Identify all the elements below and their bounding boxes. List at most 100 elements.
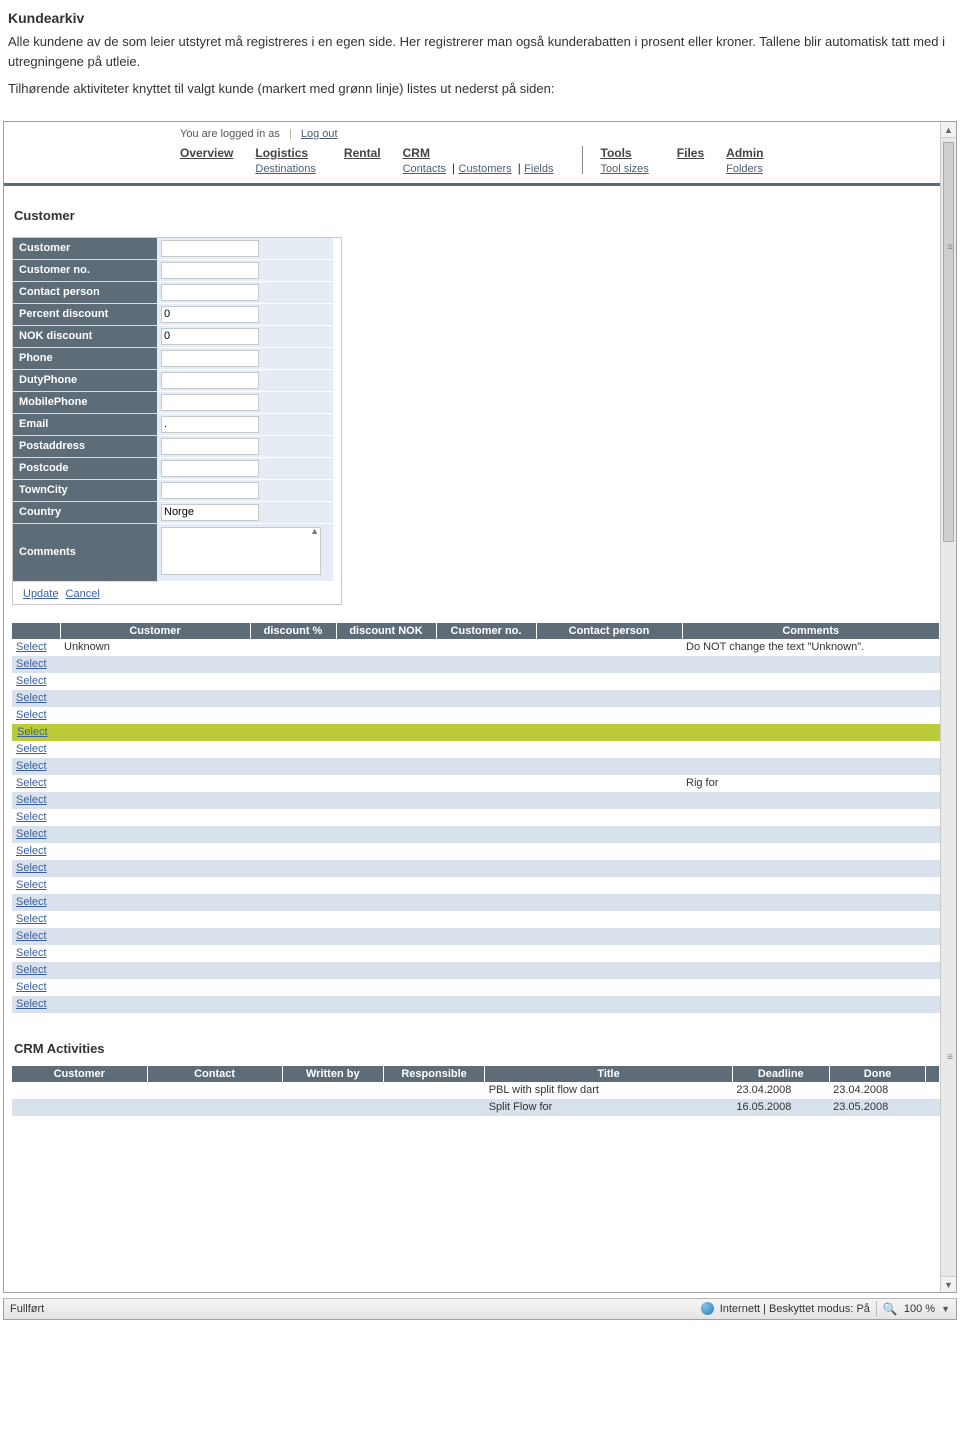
customer-list: Customer discount % discount NOK Custome… [12,623,940,1013]
scroll-mark-icon: ≡ [947,242,953,253]
table-row: Select [12,979,940,996]
select-link[interactable]: Select [16,658,47,670]
table-row: Select [12,894,940,911]
input-contact[interactable] [161,284,259,301]
select-link[interactable]: Select [16,862,47,874]
select-link[interactable]: Select [16,930,47,942]
select-link[interactable]: Select [16,879,47,891]
th-crm-corner [926,1066,940,1082]
scroll-up-icon[interactable]: ▲ [941,122,956,138]
lbl-postaddress: Postaddress [13,435,157,457]
select-link[interactable]: Select [16,981,47,993]
nav-logistics-destinations[interactable]: Destinations [255,163,316,175]
table-row: Select [12,877,940,894]
separator: | [289,128,292,140]
select-link[interactable]: Select [16,947,47,959]
table-row: Select [12,843,940,860]
status-zoom: 100 % [904,1303,935,1315]
cancel-link[interactable]: Cancel [66,588,100,600]
select-link[interactable]: Select [16,675,47,687]
doc-intro: Kundearkiv Alle kundene av de som leier … [0,0,960,121]
lbl-mobilephone: MobilePhone [13,391,157,413]
th-crm-title: Title [485,1066,733,1082]
select-link[interactable]: Select [16,743,47,755]
app-frame: You are logged in as | Log out Overview … [3,121,957,1293]
nav-crm-fields[interactable]: Fields [524,163,553,175]
nav-crm-customers[interactable]: Customers [459,163,512,175]
select-link[interactable]: Select [16,845,47,857]
th-crm-customer: Customer [12,1066,147,1082]
table-row: Select [12,928,940,945]
update-link[interactable]: Update [23,588,58,600]
lbl-percent-discount: Percent discount [13,303,157,325]
nav-tools[interactable]: Tools [601,146,655,160]
select-link[interactable]: Select [16,998,47,1010]
input-towncity[interactable] [161,482,259,499]
lbl-postcode: Postcode [13,457,157,479]
input-phone[interactable] [161,350,259,367]
nav-admin-folders[interactable]: Folders [726,163,763,175]
th-select [12,623,60,639]
input-customer-no[interactable] [161,262,259,279]
select-link[interactable]: Select [16,828,47,840]
table-row: Select [12,724,940,741]
logged-in-label: You are logged in as [180,128,280,140]
input-email[interactable] [161,416,259,433]
th-customer: Customer [60,623,250,639]
th-discount-nok: discount NOK [336,623,436,639]
doc-p2: Tilhørende aktiviteter knyttet til valgt… [8,79,952,99]
logout-link[interactable]: Log out [301,128,338,140]
nav-logistics[interactable]: Logistics [255,146,322,160]
input-postaddress[interactable] [161,438,259,455]
vertical-scrollbar[interactable]: ▲ ▼ [940,122,956,1292]
input-mobilephone[interactable] [161,394,259,411]
zoom-icon: 🔍 [883,1302,898,1316]
table-row: Select [12,945,940,962]
lbl-dutyphone: DutyPhone [13,369,157,391]
lbl-country: Country [13,501,157,523]
scroll-down-icon[interactable]: ▼ [941,1276,956,1292]
nav-crm[interactable]: CRM [403,146,560,160]
select-link[interactable]: Select [16,709,47,721]
zoom-dropdown-icon[interactable]: ▼ [941,1304,950,1314]
nav-overview[interactable]: Overview [180,146,233,160]
select-link[interactable]: Select [16,760,47,772]
section-customer-title: Customer [14,208,956,223]
input-postcode[interactable] [161,460,259,477]
table-row: Select [12,809,940,826]
scroll-thumb[interactable] [943,142,954,542]
input-customer[interactable] [161,240,259,257]
lbl-email: Email [13,413,157,435]
select-link[interactable]: Select [16,964,47,976]
table-row: Select [12,826,940,843]
select-link[interactable]: Select [16,896,47,908]
input-nok-discount[interactable] [161,328,259,345]
select-link[interactable]: Select [16,777,47,789]
input-comments[interactable] [161,527,321,575]
table-row: Select [12,792,940,809]
textarea-scroll-icon: ▲ [310,526,319,536]
nav-admin[interactable]: Admin [726,146,769,160]
select-link[interactable]: Select [16,794,47,806]
select-link[interactable]: Select [16,913,47,925]
table-row: Select [12,860,940,877]
table-row: SelectRig for [12,775,940,792]
nav-tools-sizes[interactable]: Tool sizes [601,163,649,175]
crm-row: PBL with split flow dart23.04.200823.04.… [12,1082,940,1099]
select-link[interactable]: Select [16,641,47,653]
doc-title: Kundearkiv [8,10,952,26]
th-comments: Comments [682,623,940,639]
select-link[interactable]: Select [16,811,47,823]
main-nav: Overview Logistics Destinations Rental C… [4,143,956,186]
select-link[interactable]: Select [16,726,49,738]
table-row: Select [12,673,940,690]
select-link[interactable]: Select [16,692,47,704]
th-contact-person: Contact person [536,623,682,639]
nav-rental[interactable]: Rental [344,146,381,160]
input-percent-discount[interactable] [161,306,259,323]
input-dutyphone[interactable] [161,372,259,389]
input-country[interactable] [161,504,259,521]
globe-icon [701,1302,714,1315]
nav-crm-contacts[interactable]: Contacts [403,163,446,175]
nav-files[interactable]: Files [677,146,704,160]
